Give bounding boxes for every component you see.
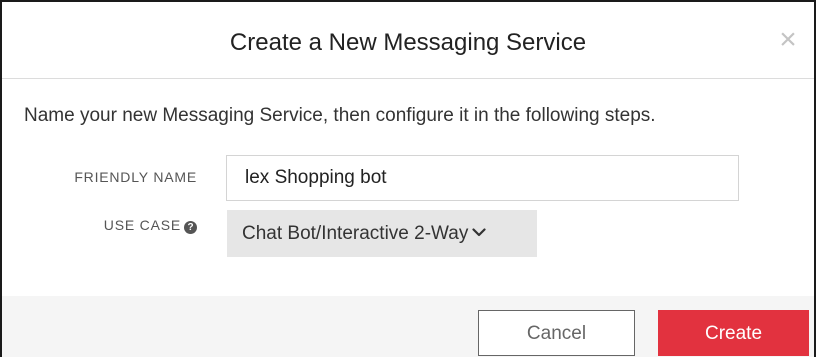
cancel-button[interactable]: Cancel bbox=[478, 310, 635, 356]
use-case-label-text: USE CASE bbox=[103, 217, 181, 233]
dialog-title: Create a New Messaging Service bbox=[229, 29, 587, 56]
use-case-select[interactable]: Chat Bot/Interactive 2-Way bbox=[227, 210, 537, 257]
dialog-header: Create a New Messaging Service × bbox=[2, 2, 814, 79]
chevron-down-icon bbox=[472, 208, 486, 255]
friendly-name-input[interactable] bbox=[226, 155, 739, 201]
messaging-service-dialog: Create a New Messaging Service × Name yo… bbox=[0, 0, 816, 357]
friendly-name-label: FRIENDLY NAME bbox=[74, 169, 197, 185]
close-icon[interactable]: × bbox=[774, 25, 802, 55]
create-button[interactable]: Create bbox=[658, 310, 809, 356]
intro-text: Name your new Messaging Service, then co… bbox=[24, 105, 656, 126]
use-case-label: USE CASE? bbox=[2, 216, 197, 234]
use-case-selected-value: Chat Bot/Interactive 2-Way bbox=[242, 223, 469, 244]
question-circle-icon[interactable]: ? bbox=[184, 221, 197, 234]
